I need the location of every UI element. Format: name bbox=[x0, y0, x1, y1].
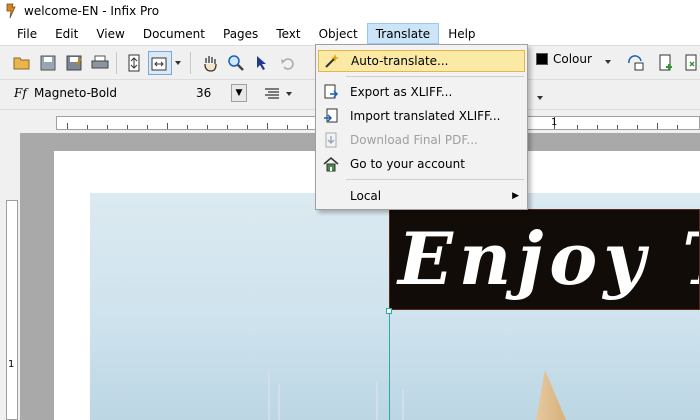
colour-picker[interactable]: Colour bbox=[536, 52, 612, 66]
menu-item-label: Go to your account bbox=[350, 157, 465, 171]
menu-help[interactable]: Help bbox=[439, 23, 484, 44]
font-name-field[interactable]: Magneto-Bold bbox=[34, 86, 117, 100]
zoom-icon[interactable] bbox=[224, 51, 248, 75]
title-bar: welcome-EN - Infix Pro bbox=[0, 0, 700, 22]
insert-page-icon[interactable] bbox=[680, 51, 700, 75]
undo-icon[interactable] bbox=[276, 51, 300, 75]
save-as-icon[interactable] bbox=[62, 51, 86, 75]
fit-page-icon[interactable] bbox=[122, 51, 146, 75]
colour-chevron-down-icon bbox=[604, 60, 611, 64]
toolbar-separator bbox=[190, 52, 191, 74]
save-icon[interactable] bbox=[36, 51, 60, 75]
toolbar-separator bbox=[116, 52, 117, 74]
menu-item-label: Download Final PDF... bbox=[350, 133, 478, 147]
menu-item-export-xliff[interactable]: Export as XLIFF... bbox=[318, 81, 525, 103]
submenu-arrow-icon: ▶ bbox=[512, 191, 519, 201]
add-page-icon[interactable] bbox=[654, 51, 678, 75]
align-icon[interactable] bbox=[260, 82, 284, 106]
menu-document[interactable]: Document bbox=[134, 23, 214, 44]
export-xliff-icon bbox=[322, 83, 340, 101]
selection-handle[interactable] bbox=[386, 308, 392, 314]
menu-separator bbox=[346, 76, 524, 77]
font-size-chevron-down-icon[interactable]: ▼ bbox=[231, 84, 247, 102]
menu-item-local[interactable]: Local ▶ bbox=[318, 185, 525, 207]
menu-separator bbox=[346, 179, 524, 180]
rotate-page-icon[interactable] bbox=[624, 51, 648, 75]
banner-text[interactable]: Enjoy T bbox=[398, 216, 699, 301]
colour-label: Colour bbox=[553, 52, 592, 66]
font-style-icon: Ff bbox=[14, 86, 27, 100]
menu-view[interactable]: View bbox=[87, 23, 133, 44]
menu-edit[interactable]: Edit bbox=[46, 23, 87, 44]
menu-item-label: Export as XLIFF... bbox=[350, 85, 453, 99]
menu-translate[interactable]: Translate bbox=[366, 23, 440, 44]
selection-guide-line bbox=[389, 310, 390, 420]
select-arrow-icon[interactable] bbox=[250, 51, 274, 75]
app-logo-icon bbox=[6, 3, 16, 19]
import-xliff-icon bbox=[322, 107, 340, 125]
menu-item-go-to-account[interactable]: Go to your account bbox=[318, 153, 525, 175]
menu-item-label: Auto-translate... bbox=[351, 54, 449, 68]
text-banner[interactable]: Enjoy T bbox=[389, 209, 700, 310]
ruler-left-label: 1 bbox=[8, 359, 15, 370]
hand-tool-icon[interactable] bbox=[198, 51, 222, 75]
menu-item-label: Local bbox=[350, 189, 382, 203]
print-icon[interactable] bbox=[88, 51, 112, 75]
menu-text[interactable]: Text bbox=[267, 23, 309, 44]
align-chevron-down-icon[interactable] bbox=[284, 82, 294, 106]
font-size-field[interactable]: 36 bbox=[196, 86, 211, 100]
vertical-ruler: 1 bbox=[6, 200, 18, 420]
format-chevron-down-icon[interactable] bbox=[534, 86, 546, 110]
fit-width-icon[interactable] bbox=[148, 51, 172, 75]
open-folder-icon[interactable] bbox=[10, 51, 34, 75]
menu-item-import-xliff[interactable]: Import translated XLIFF... bbox=[318, 105, 525, 127]
menu-item-auto-translate[interactable]: Auto-translate... bbox=[318, 50, 525, 72]
ruler-label: 1 bbox=[551, 117, 558, 128]
menu-item-label: Import translated XLIFF... bbox=[350, 109, 501, 123]
window-title: welcome-EN - Infix Pro bbox=[24, 4, 160, 18]
fit-dropdown-chevron-down-icon[interactable] bbox=[172, 51, 184, 75]
menu-pages[interactable]: Pages bbox=[214, 23, 267, 44]
menu-item-download-final-pdf[interactable]: Download Final PDF... bbox=[318, 129, 525, 151]
translate-menu-dropdown: Auto-translate... Export as XLIFF... Imp… bbox=[315, 44, 528, 210]
magic-wand-icon bbox=[323, 52, 341, 70]
menu-object[interactable]: Object bbox=[310, 23, 367, 44]
home-icon bbox=[322, 155, 340, 173]
menu-file[interactable]: File bbox=[8, 23, 46, 44]
colour-swatch bbox=[536, 53, 548, 65]
menu-bar: File Edit View Document Pages Text Objec… bbox=[0, 22, 700, 45]
download-pdf-icon bbox=[322, 131, 340, 149]
